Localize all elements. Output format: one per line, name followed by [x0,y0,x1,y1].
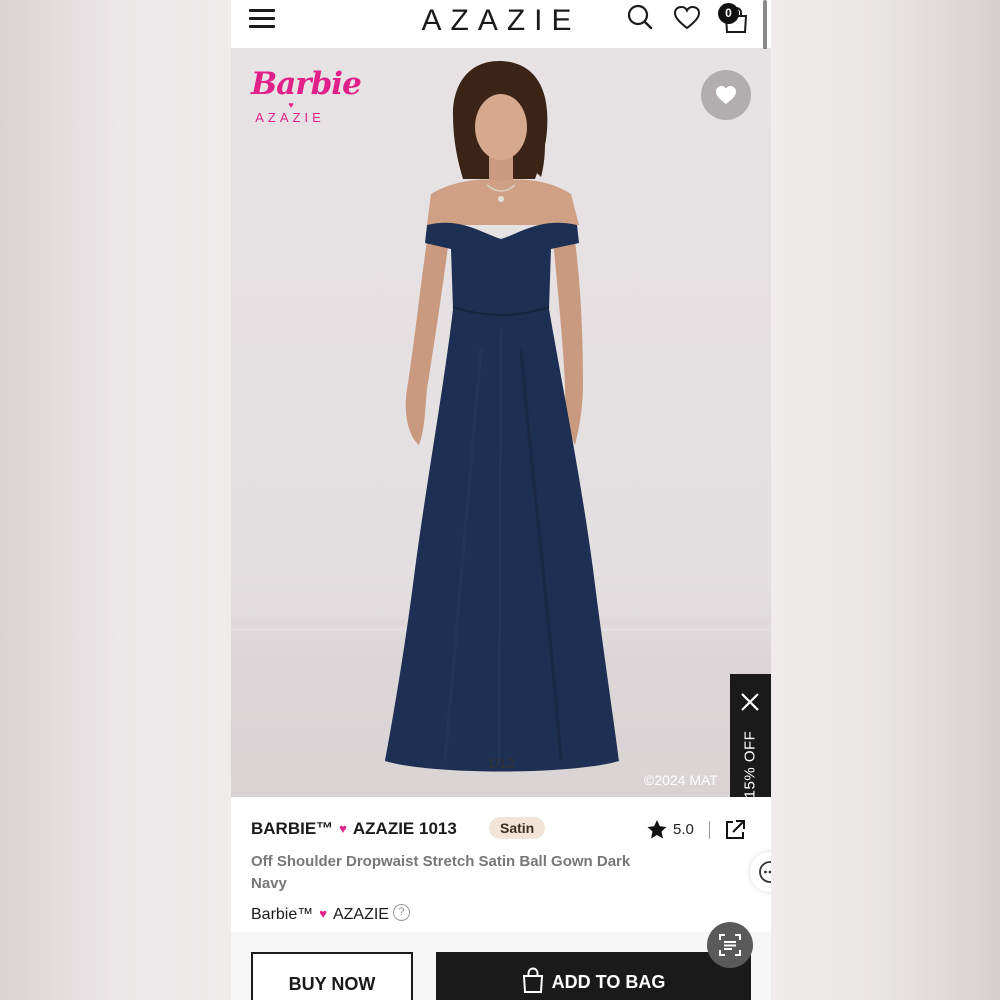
search-icon[interactable] [625,3,655,33]
fabric-badge: Satin [489,817,546,839]
barbie-azazie-logo: Barbie ♥ AZAZIE [251,66,362,127]
barbie-logo-sub: AZAZIE [255,110,325,125]
pink-heart-icon: ♥ [319,906,327,921]
help-icon[interactable]: ? [392,904,410,922]
image-counter: 1/12 [487,755,515,771]
rating-value[interactable]: 5.0 [673,821,694,838]
more-options-button[interactable] [750,852,771,892]
product-image-carousel[interactable]: Barbie ♥ AZAZIE 1/12 ©2024 MAT 15% OFF [231,49,771,797]
product-info: BARBIE™ ♥ AZAZIE 1013 Satin 5.0 Off Should… [231,797,771,932]
bag-icon [522,967,543,994]
add-to-bag-button[interactable]: ADD TO BAG [436,952,751,1000]
product-photo [385,61,619,772]
divider [709,821,710,839]
barbie-logo-heart: ♥ [288,100,294,110]
visual-search-button[interactable] [707,922,753,968]
brand-sub-barbie: Barbie™ [251,906,314,923]
pink-heart-icon: ♥ [339,821,347,836]
bottom-action-bar: BUY NOW ADD TO BAG [231,922,771,1000]
bag-count-badge: 0 [718,3,739,24]
product-page: AZAZIE 0 Barbie ♥ AZAZIE 1/12 ©2024 MAT … [231,0,771,1000]
product-name: Off Shoulder Dropwaist Stretch Satin Bal… [251,853,631,892]
scan-icon [719,934,741,956]
share-icon[interactable] [724,819,746,841]
barbie-logo-text: Barbie [251,66,362,102]
brand-sub-line[interactable]: Barbie™ ♥ AZAZIE? [251,904,410,924]
brand-style-number: AZAZIE 1013 [352,819,457,838]
promo-label: 15% OFF [741,730,759,797]
heart-icon[interactable] [672,3,702,33]
add-to-bag-label: ADD TO BAG [551,972,666,992]
brand-sub-azazie: AZAZIE [332,906,389,923]
favorite-button[interactable] [701,70,751,120]
copyright-text: ©2024 MAT [644,772,718,788]
brand-barbie: BARBIE™ [251,819,334,838]
star-icon [647,820,667,839]
buy-now-button[interactable]: BUY NOW [251,952,413,1000]
more-dots-icon [759,861,771,883]
product-brand-line: BARBIE™ ♥ AZAZIE 1013 [251,819,457,839]
close-icon[interactable] [740,692,760,712]
top-header: AZAZIE 0 [231,0,771,49]
heart-filled-icon [716,86,736,104]
promo-tab[interactable]: 15% OFF [730,674,771,797]
rating-share-group: 5.0 [641,815,751,845]
